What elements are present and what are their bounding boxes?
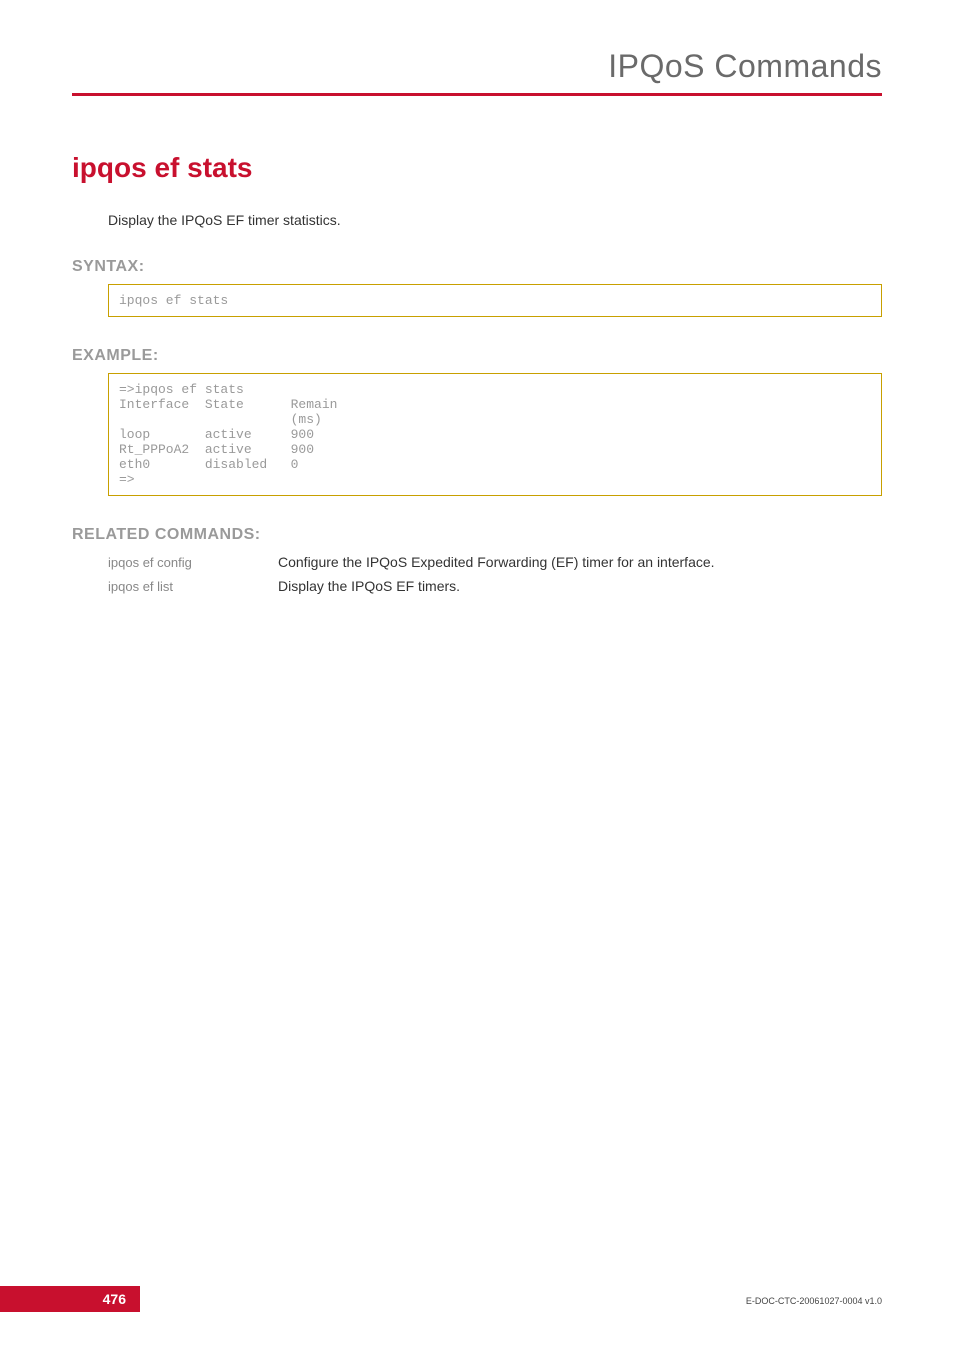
- syntax-label: SYNTAX:: [72, 258, 882, 276]
- syntax-code-box: ipqos ef stats: [108, 284, 882, 317]
- related-link[interactable]: ipqos ef list: [108, 579, 278, 594]
- example-label: EXAMPLE:: [72, 347, 882, 365]
- command-title: ipqos ef stats: [72, 152, 882, 184]
- command-description: Display the IPQoS EF timer statistics.: [108, 212, 882, 228]
- related-description: Configure the IPQoS Expedited Forwarding…: [278, 554, 715, 570]
- related-commands-table: ipqos ef config Configure the IPQoS Expe…: [108, 554, 882, 594]
- page: IPQoS Commands ipqos ef stats Display th…: [0, 0, 954, 1350]
- header-divider: [72, 93, 882, 96]
- footer-page-bar: 476: [0, 1286, 140, 1312]
- page-number: 476: [103, 1291, 126, 1307]
- related-description: Display the IPQoS EF timers.: [278, 578, 460, 594]
- related-row: ipqos ef config Configure the IPQoS Expe…: [108, 554, 882, 570]
- section-header-title: IPQoS Commands: [72, 48, 882, 85]
- page-footer: 476 E-DOC-CTC-20061027-0004 v1.0: [0, 1286, 954, 1312]
- related-link[interactable]: ipqos ef config: [108, 555, 278, 570]
- related-row: ipqos ef list Display the IPQoS EF timer…: [108, 578, 882, 594]
- footer-doc-id: E-DOC-CTC-20061027-0004 v1.0: [746, 1296, 882, 1306]
- related-commands-label: RELATED COMMANDS:: [72, 526, 882, 544]
- example-code-box: =>ipqos ef stats Interface State Remain …: [108, 373, 882, 496]
